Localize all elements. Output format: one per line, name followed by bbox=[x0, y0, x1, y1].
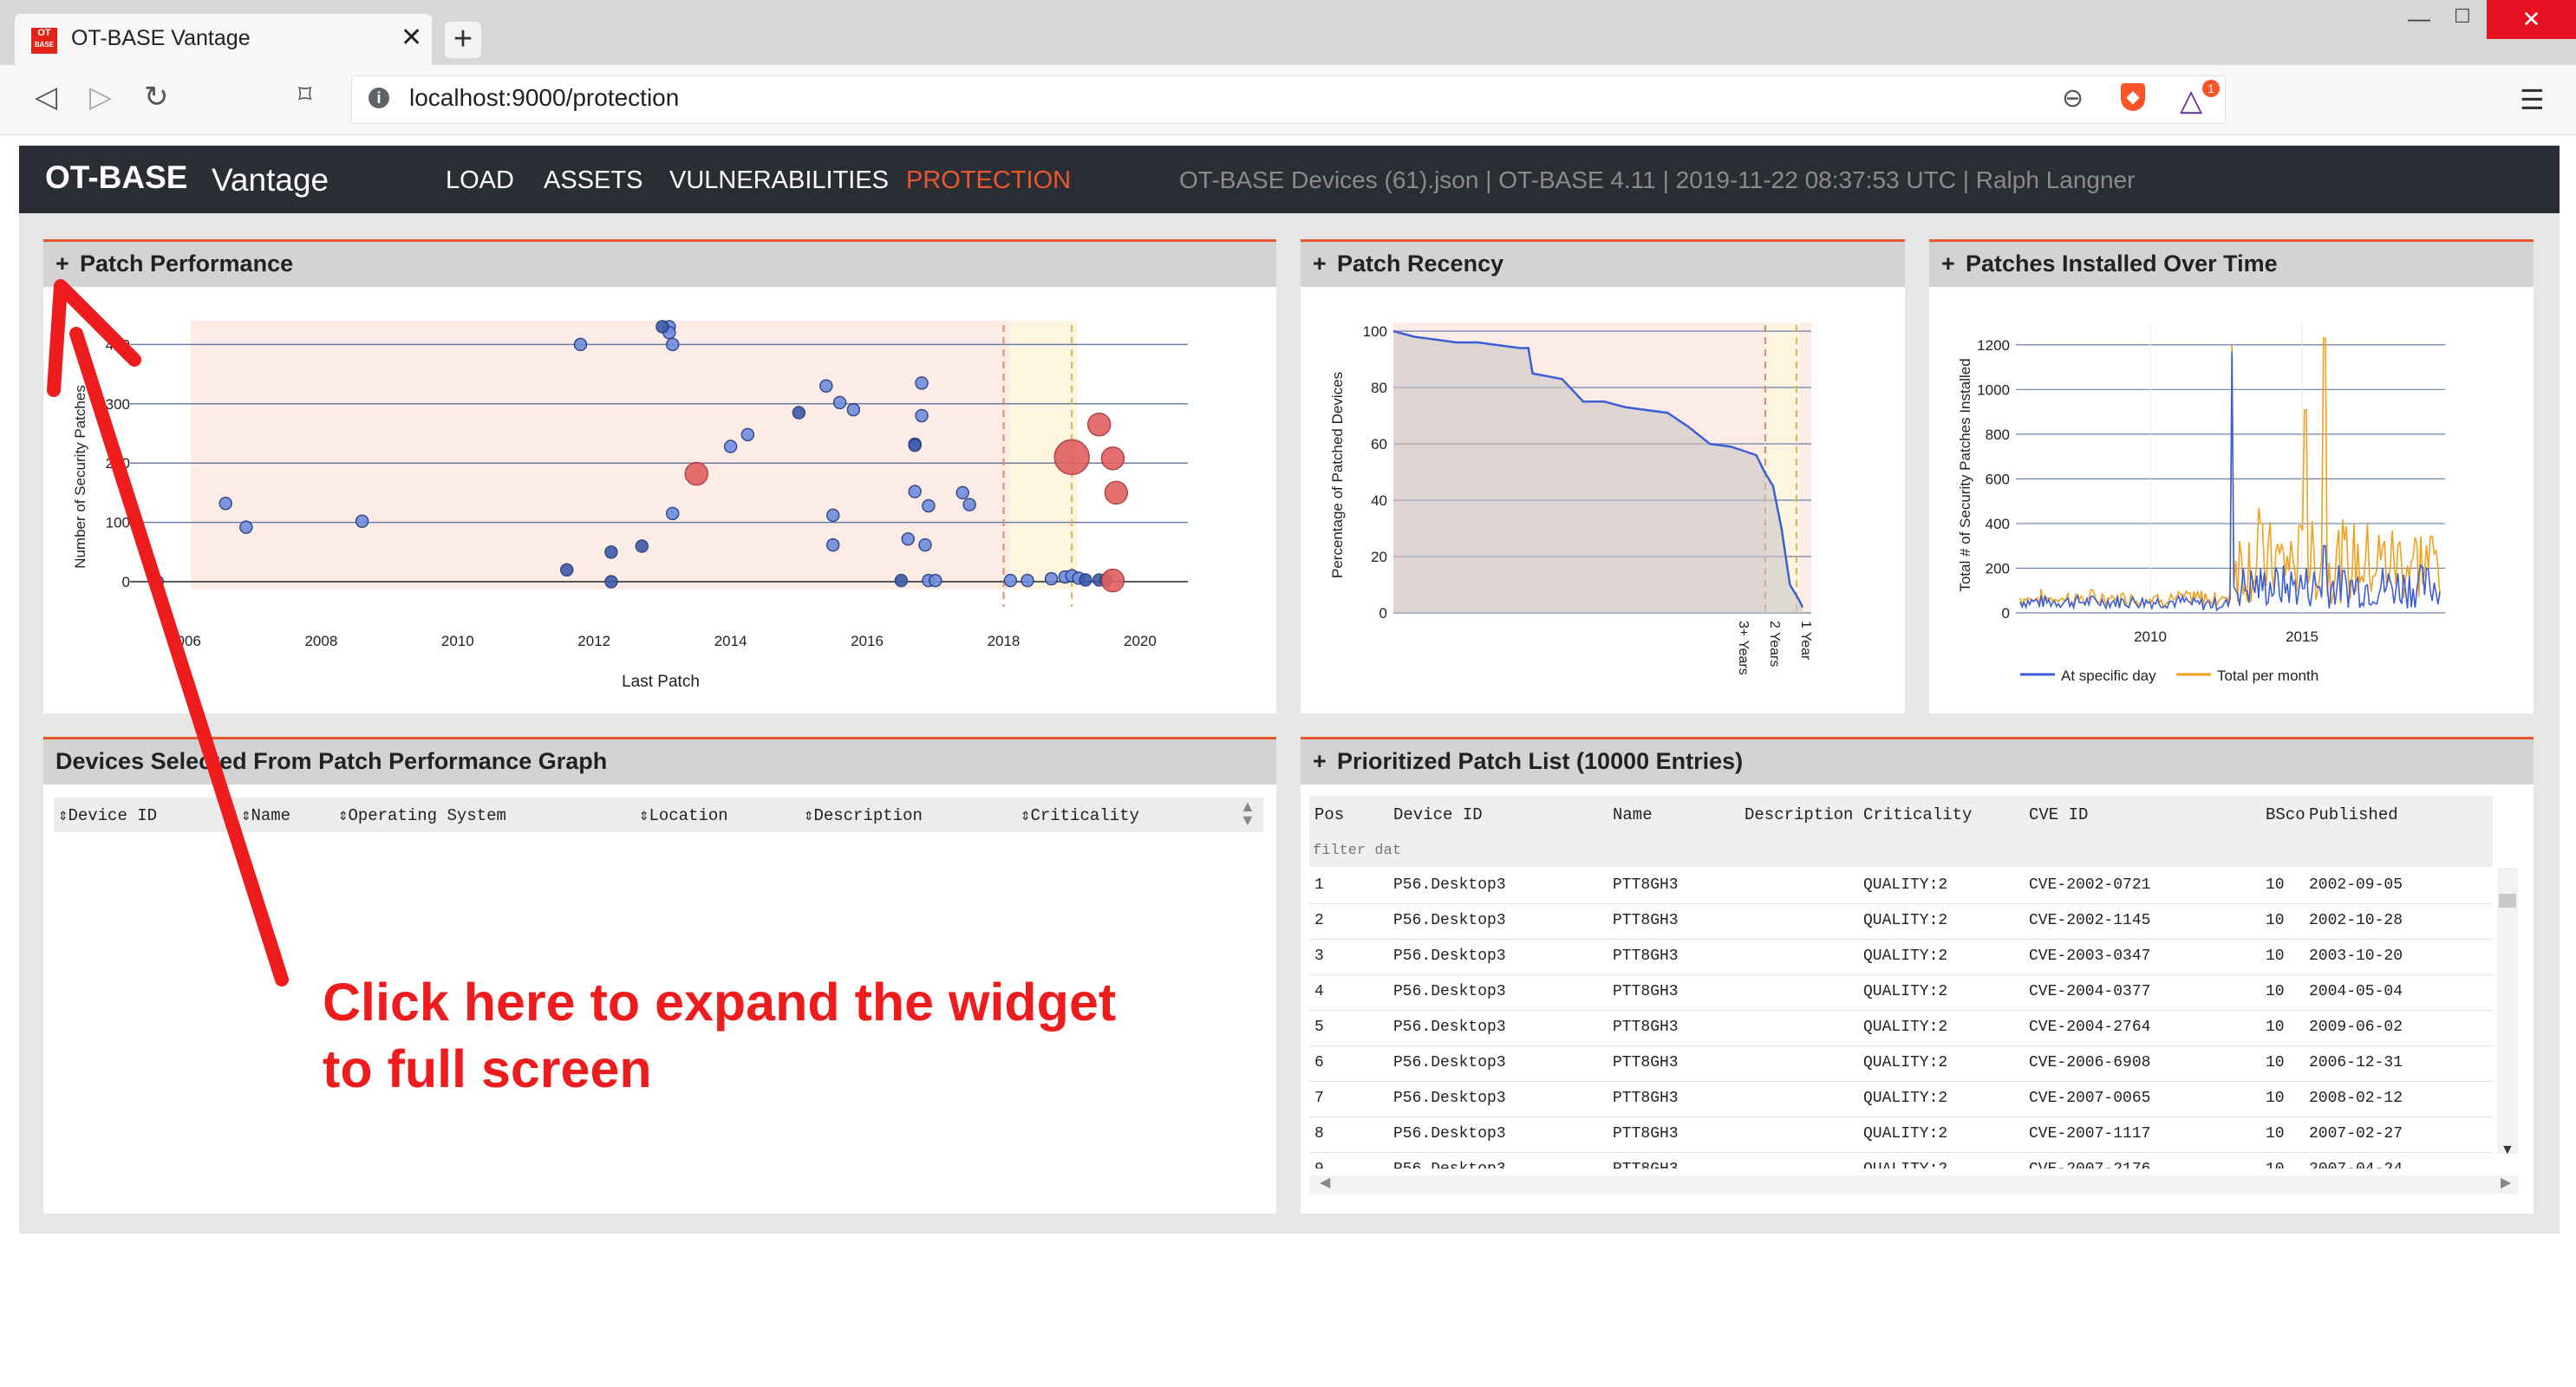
annotation-line-2: to full screen bbox=[323, 1039, 652, 1098]
annotation-text: Click here to expand the widget to full … bbox=[323, 969, 1190, 1103]
annotation-line-1: Click here to expand the widget bbox=[323, 973, 1117, 1032]
annotation-arrow bbox=[47, 279, 289, 987]
